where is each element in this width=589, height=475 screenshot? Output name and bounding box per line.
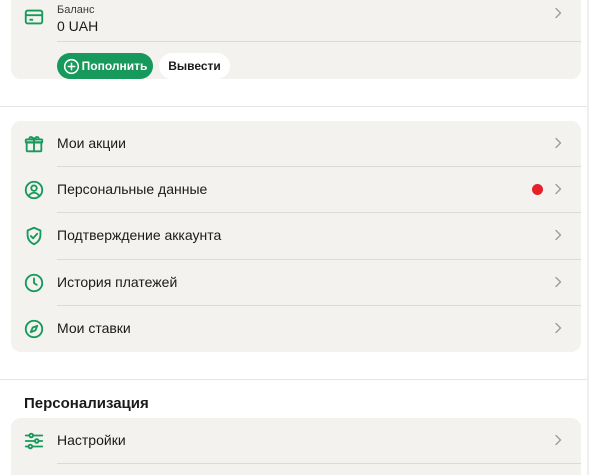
menu-item-account-verification[interactable]: Подтверждение аккаунта bbox=[11, 213, 581, 259]
menu-item-label: Настройки bbox=[57, 432, 126, 448]
shield-check-icon bbox=[23, 225, 45, 247]
menu-item-label: Персональные данные bbox=[57, 181, 208, 197]
chevron-right-icon bbox=[553, 276, 563, 288]
menu-item-label: История платежей bbox=[57, 274, 178, 290]
menu-item-personal-data[interactable]: Персональные данные bbox=[11, 167, 581, 213]
personalization-card: Настройки bbox=[11, 418, 581, 475]
chevron-right-icon bbox=[553, 183, 563, 195]
balance-row[interactable]: Баланс 0 UAH bbox=[11, 0, 581, 37]
chevron-right-icon bbox=[553, 434, 563, 446]
clock-icon bbox=[23, 272, 45, 294]
notification-dot bbox=[532, 184, 543, 195]
gift-icon bbox=[23, 133, 45, 155]
menu-item-payment-history[interactable]: История платежей bbox=[11, 260, 581, 306]
chevron-right-icon bbox=[553, 7, 563, 19]
menu-item-promotions[interactable]: Мои акции bbox=[11, 121, 581, 167]
menu-item-my-bets[interactable]: Мои ставки bbox=[11, 306, 581, 352]
chevron-right-icon bbox=[553, 137, 563, 149]
user-circle-icon bbox=[23, 179, 45, 201]
plus-circle-icon bbox=[63, 58, 80, 75]
sliders-icon bbox=[23, 430, 45, 452]
section-title-personalization: Персонализация bbox=[24, 395, 149, 412]
account-menu-card: Мои акции Персональные данные Подтвержде… bbox=[11, 121, 581, 352]
topup-label: Пополнить bbox=[81, 59, 148, 73]
chevron-right-icon bbox=[553, 229, 563, 241]
wallet-card-icon bbox=[23, 6, 45, 28]
balance-card: Баланс 0 UAH Пополнить Вывести bbox=[11, 0, 581, 79]
menu-item-label: Мои акции bbox=[57, 135, 126, 151]
menu-item-settings[interactable]: Настройки bbox=[11, 418, 581, 464]
menu-item-label: Подтверждение аккаунта bbox=[57, 227, 222, 243]
compass-icon bbox=[23, 318, 45, 340]
section-separator bbox=[0, 106, 589, 107]
topup-button[interactable]: Пополнить bbox=[57, 53, 153, 79]
section-separator bbox=[0, 379, 589, 380]
balance-value: 0 UAH bbox=[57, 18, 99, 34]
balance-caption: Баланс bbox=[57, 4, 95, 16]
withdraw-button[interactable]: Вывести bbox=[159, 53, 230, 79]
divider bbox=[57, 463, 581, 464]
divider bbox=[57, 41, 581, 42]
chevron-right-icon bbox=[553, 322, 563, 334]
menu-item-label: Мои ставки bbox=[57, 320, 131, 336]
